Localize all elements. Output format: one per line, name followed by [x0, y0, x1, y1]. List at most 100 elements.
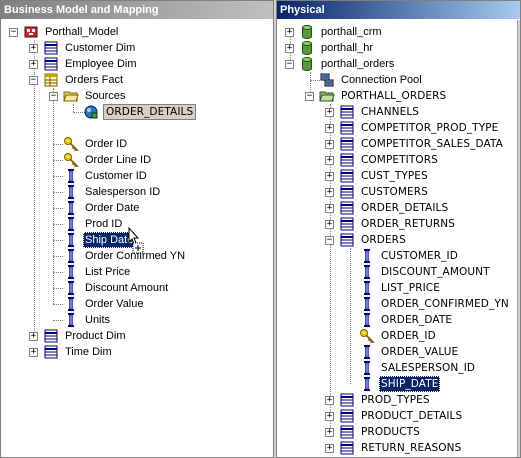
tree-node-time-dim[interactable]: + Time Dim	[1, 344, 271, 360]
tree-node-physical-table[interactable]: + RETURN_REASONS	[277, 440, 517, 456]
physical-pane: Physical + porthall_crm + porthall_hr −	[276, 0, 521, 458]
column-label: Customer ID	[85, 170, 147, 182]
table-label: PROD_TYPES	[361, 394, 430, 406]
tree-node-physical-table[interactable]: + COMPETITOR_SALES_DATA	[277, 136, 517, 152]
physical-column-salesperson-id[interactable]: SALESPERSON_ID	[277, 360, 517, 376]
expand-toggle[interactable]: +	[325, 220, 334, 229]
expand-toggle[interactable]: +	[325, 444, 334, 453]
physical-column-list-price[interactable]: LIST_PRICE	[277, 280, 517, 296]
expand-toggle[interactable]: +	[325, 140, 334, 149]
column-prod-id[interactable]: Prod ID	[1, 216, 271, 232]
schema-label: PORTHALL_ORDERS	[341, 90, 447, 102]
collapse-toggle[interactable]: −	[49, 92, 58, 101]
collapse-toggle[interactable]: −	[9, 28, 18, 37]
expand-toggle[interactable]: +	[285, 28, 294, 37]
physical-table-icon	[339, 200, 355, 216]
tree-node-schema-porthall-orders[interactable]: − PORTHALL_ORDERS	[277, 88, 517, 104]
physical-column-order-value[interactable]: ORDER_VALUE	[277, 344, 517, 360]
expand-toggle[interactable]: +	[29, 348, 38, 357]
sources-label: Sources	[85, 90, 126, 102]
expand-toggle[interactable]: +	[325, 108, 334, 117]
customer-dim-label: Customer Dim	[65, 42, 136, 54]
tree-node-physical-table[interactable]: + COMPETITOR_PROD_TYPE	[277, 120, 517, 136]
database-icon	[299, 24, 315, 40]
expand-toggle[interactable]: +	[29, 60, 38, 69]
tree-node-physical-table[interactable]: + COMPETITORS	[277, 152, 517, 168]
tree-node-model[interactable]: − Porthall_Model	[1, 24, 271, 40]
physical-table-icon	[339, 104, 355, 120]
column-discount-amount[interactable]: Discount Amount	[1, 280, 271, 296]
column-order-line-id[interactable]: Order Line ID	[1, 152, 271, 168]
physical-table-icon	[339, 392, 355, 408]
column-list-price[interactable]: List Price	[1, 264, 271, 280]
physical-column-discount-amount[interactable]: DISCOUNT_AMOUNT	[277, 264, 517, 280]
tree-node-physical-table[interactable]: + PRODUCTS	[277, 424, 517, 440]
folder-open-icon	[319, 88, 335, 104]
tree-node-db-porthall-crm[interactable]: + porthall_crm	[277, 24, 517, 40]
tree-node-physical-table[interactable]: + PROD_TYPES	[277, 392, 517, 408]
tree-node-db-porthall-hr[interactable]: + porthall_hr	[277, 40, 517, 56]
column-order-confirmed-yn[interactable]: Order Confirmed YN	[1, 248, 271, 264]
collapse-toggle[interactable]: −	[325, 236, 334, 245]
tree-node-employee-dim[interactable]: + Employee Dim	[1, 56, 271, 72]
column-units[interactable]: Units	[1, 312, 271, 328]
column-label: Order Line ID	[85, 154, 152, 166]
physical-column-customer-id[interactable]: CUSTOMER_ID	[277, 248, 517, 264]
column-order-date[interactable]: Order Date	[1, 200, 271, 216]
physical-column-order-id[interactable]: ORDER_ID	[277, 328, 517, 344]
time-dim-label: Time Dim	[65, 346, 112, 358]
column-icon	[359, 280, 375, 296]
tree-node-physical-table[interactable]: + PRODUCT_DETAILS	[277, 408, 517, 424]
column-customer-id[interactable]: Customer ID	[1, 168, 271, 184]
column-order-id[interactable]: Order ID	[1, 136, 271, 152]
expand-toggle[interactable]: +	[325, 204, 334, 213]
tree-node-sources[interactable]: − Sources	[1, 88, 271, 104]
tree-node-product-dim[interactable]: + Product Dim	[1, 328, 271, 344]
expand-toggle[interactable]: +	[325, 124, 334, 133]
collapse-toggle[interactable]: −	[285, 60, 294, 69]
column-ship-date[interactable]: Ship Date	[1, 232, 271, 248]
column-label: Order Date	[85, 202, 140, 214]
table-label: PRODUCT_DETAILS	[361, 410, 463, 422]
tree-node-customer-dim[interactable]: + Customer Dim	[1, 40, 271, 56]
physical-pane-title: Physical	[277, 1, 520, 19]
tree-node-db-porthall-orders[interactable]: − porthall_orders	[277, 56, 517, 72]
column-icon	[359, 248, 375, 264]
physical-table-icon	[339, 136, 355, 152]
tree-node-physical-table[interactable]: + CUST_TYPES	[277, 168, 517, 184]
expand-toggle[interactable]: +	[325, 428, 334, 437]
column-label: Prod ID	[85, 218, 123, 230]
collapse-toggle[interactable]: −	[29, 76, 38, 85]
expand-toggle[interactable]: +	[325, 156, 334, 165]
tree-node-physical-table[interactable]: + ORDER_RETURNS	[277, 216, 517, 232]
tree-node-table-orders[interactable]: − ORDERS	[277, 232, 517, 248]
expand-toggle[interactable]: +	[325, 396, 334, 405]
expand-toggle[interactable]: +	[29, 332, 38, 341]
business-model-tree[interactable]: − Porthall_Model + Customer Dim + Employ…	[1, 20, 273, 457]
logical-table-icon	[43, 56, 59, 72]
column-label: Order Value	[85, 298, 144, 310]
column-order-value[interactable]: Order Value	[1, 296, 271, 312]
expand-toggle[interactable]: +	[29, 44, 38, 53]
model-label: Porthall_Model	[45, 26, 119, 38]
expand-toggle[interactable]: +	[325, 188, 334, 197]
tree-node-physical-table[interactable]: + ORDER_DETAILS	[277, 200, 517, 216]
tree-node-orders-fact[interactable]: − Orders Fact	[1, 72, 271, 88]
collapse-toggle[interactable]: −	[305, 92, 314, 101]
business-model-pane: Business Model and Mapping − Porthall_Mo…	[0, 0, 274, 458]
expand-toggle[interactable]: +	[285, 44, 294, 53]
expand-toggle[interactable]: +	[325, 172, 334, 181]
physical-column-order-date[interactable]: ORDER_DATE	[277, 312, 517, 328]
physical-column-ship-date[interactable]: SHIP_DATE	[277, 376, 517, 392]
physical-column-order-confirmed-yn[interactable]: ORDER_CONFIRMED_YN	[277, 296, 517, 312]
physical-tree[interactable]: + porthall_crm + porthall_hr − porthall_…	[277, 20, 520, 457]
logical-table-source-icon	[83, 104, 99, 120]
tree-node-connection-pool[interactable]: Connection Pool	[277, 72, 517, 88]
tree-node-physical-table[interactable]: + CUSTOMERS	[277, 184, 517, 200]
column-salesperson-id[interactable]: Salesperson ID	[1, 184, 271, 200]
physical-table-icon	[339, 216, 355, 232]
expand-toggle[interactable]: +	[325, 412, 334, 421]
tree-node-source-order-details[interactable]: ORDER_DETAILS	[1, 104, 271, 120]
vertical-scrollbar[interactable]	[517, 20, 520, 457]
tree-node-physical-table[interactable]: + CHANNELS	[277, 104, 517, 120]
